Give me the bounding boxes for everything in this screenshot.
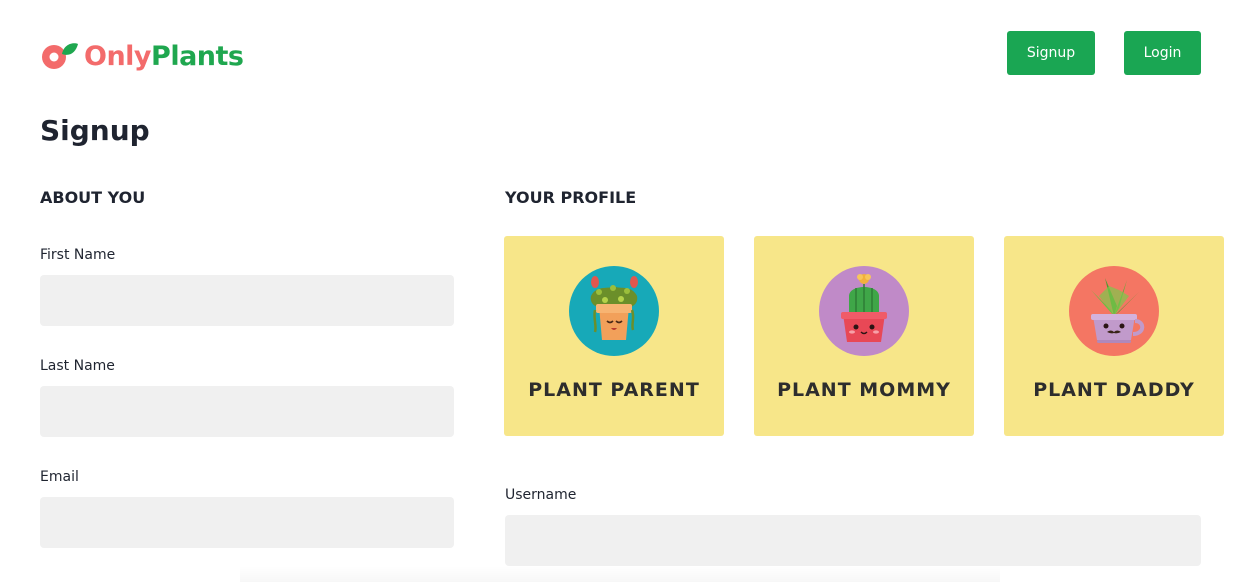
username-label: Username — [505, 487, 577, 503]
profile-card-label: PLANT MOMMY — [777, 379, 951, 401]
signup-button[interactable]: Signup — [1007, 31, 1095, 75]
username-input[interactable] — [505, 515, 1201, 566]
cactus-pot-icon — [819, 266, 909, 356]
profile-card-plant-daddy[interactable]: PLANT DADDY — [1004, 236, 1224, 436]
brand-name-part2: Plants — [151, 40, 244, 72]
bottom-shadow — [240, 566, 1000, 582]
first-name-input[interactable] — [40, 275, 454, 326]
profile-card-plant-parent[interactable]: PLANT PARENT — [504, 236, 724, 436]
email-input[interactable] — [40, 497, 454, 548]
profile-card-label: PLANT PARENT — [528, 379, 700, 401]
first-name-label: First Name — [40, 247, 116, 263]
last-name-input[interactable] — [40, 386, 454, 437]
login-button[interactable]: Login — [1124, 31, 1201, 75]
aloe-cup-icon — [1069, 266, 1159, 356]
your-profile-heading: YOUR PROFILE — [505, 188, 637, 207]
logo[interactable]: OnlyPlants — [40, 40, 244, 72]
last-name-label: Last Name — [40, 358, 115, 374]
onlyplants-logo-icon — [40, 40, 80, 72]
brand-name: OnlyPlants — [84, 41, 244, 72]
profile-card-label: PLANT DADDY — [1033, 379, 1195, 401]
email-label: Email — [40, 469, 79, 485]
about-you-heading: ABOUT YOU — [40, 188, 146, 207]
profile-card-plant-mommy[interactable]: PLANT MOMMY — [754, 236, 974, 436]
succulent-pot-icon — [569, 266, 659, 356]
brand-name-part1: Only — [84, 40, 152, 72]
page-title: Signup — [40, 114, 150, 147]
